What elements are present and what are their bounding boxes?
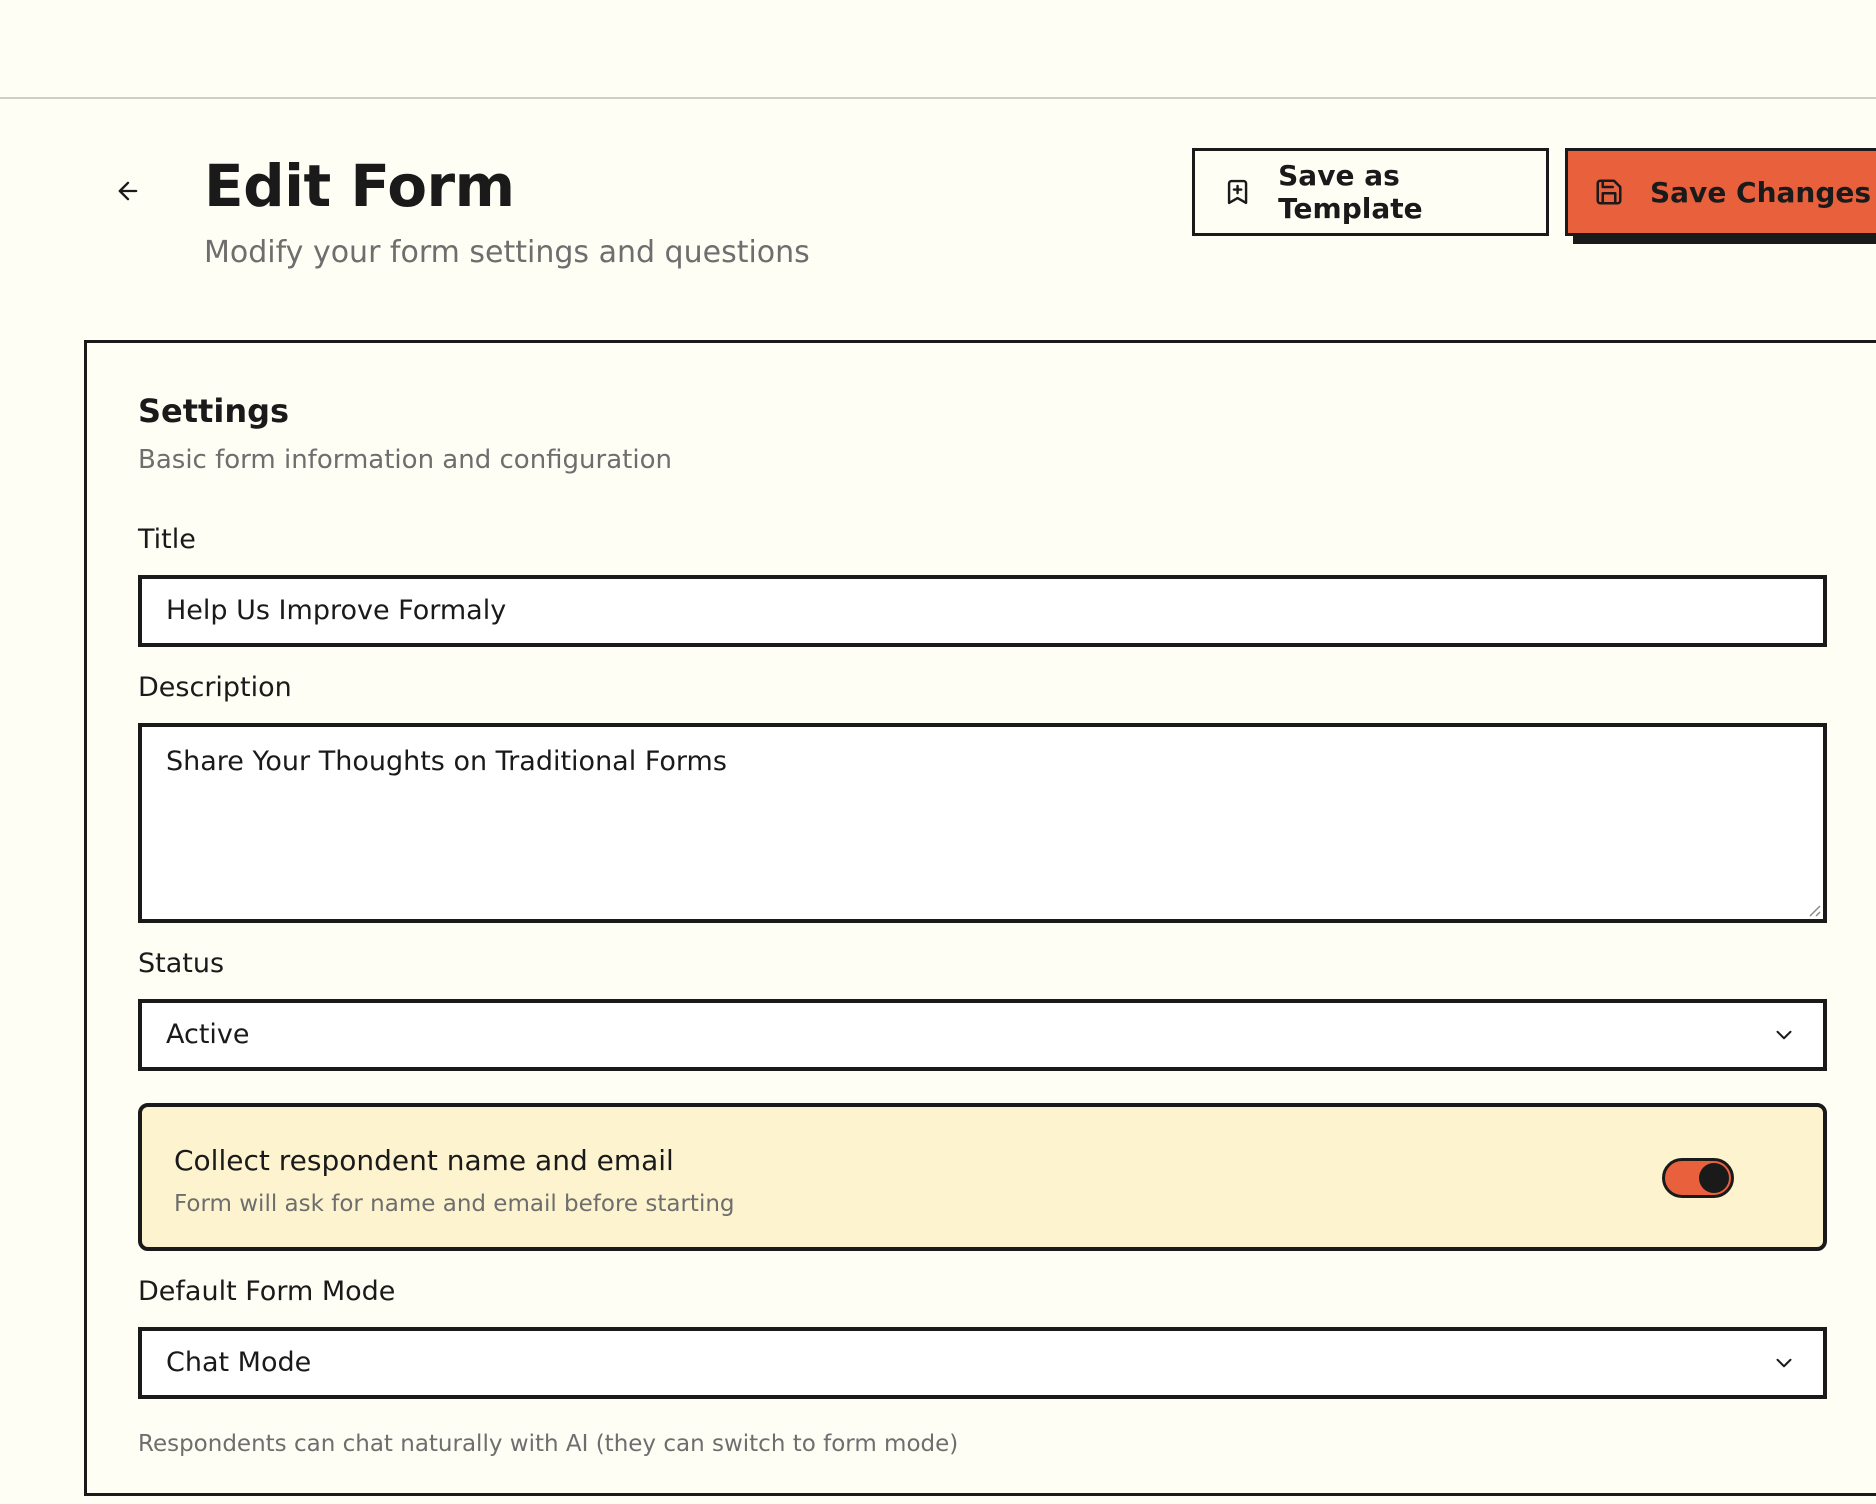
description-textarea-value: Share Your Thoughts on Traditional Forms [166, 746, 727, 777]
description-label: Description [138, 672, 292, 703]
title-input[interactable]: Help Us Improve Formaly [138, 575, 1827, 647]
top-bar [0, 0, 1876, 99]
arrow-left-icon [118, 181, 138, 201]
default-form-mode-select[interactable]: Chat Mode [138, 1327, 1827, 1399]
page-subtitle: Modify your form settings and questions [204, 235, 810, 270]
collect-respondent-title: Collect respondent name and email [174, 1144, 674, 1177]
status-select[interactable]: Active [138, 999, 1827, 1071]
title-input-value: Help Us Improve Formaly [166, 595, 507, 626]
default-form-mode-label: Default Form Mode [138, 1276, 396, 1307]
collect-respondent-toggle[interactable] [1662, 1158, 1734, 1198]
default-form-mode-value: Chat Mode [166, 1347, 312, 1378]
save-as-template-label: Save as Template [1278, 159, 1423, 225]
save-changes-button[interactable]: Save Changes [1565, 148, 1876, 236]
description-textarea[interactable]: Share Your Thoughts on Traditional Forms [138, 723, 1827, 923]
title-label: Title [138, 524, 196, 555]
settings-description: Basic form information and configuration [138, 445, 672, 475]
bookmark-plus-icon [1227, 179, 1248, 205]
status-select-value: Active [166, 1019, 250, 1050]
page-title: Edit Form [204, 152, 515, 220]
settings-title: Settings [138, 392, 290, 430]
status-label: Status [138, 948, 225, 979]
settings-card: Settings Basic form information and conf… [84, 340, 1876, 1496]
chevron-down-icon [1776, 1030, 1792, 1040]
floppy-disk-icon [1596, 179, 1622, 205]
toggle-knob [1699, 1163, 1729, 1193]
chevron-down-icon [1776, 1358, 1792, 1368]
collect-respondent-description: Form will ask for name and email before … [174, 1191, 735, 1217]
back-button[interactable] [108, 171, 148, 211]
save-changes-label: Save Changes [1650, 175, 1872, 209]
collect-respondent-info-card: Collect respondent name and email Form w… [138, 1103, 1827, 1251]
form-mode-help-text: Respondents can chat naturally with AI (… [138, 1431, 959, 1457]
resize-grip-icon[interactable] [1805, 901, 1821, 917]
save-as-template-button[interactable]: Save as Template [1192, 148, 1549, 236]
